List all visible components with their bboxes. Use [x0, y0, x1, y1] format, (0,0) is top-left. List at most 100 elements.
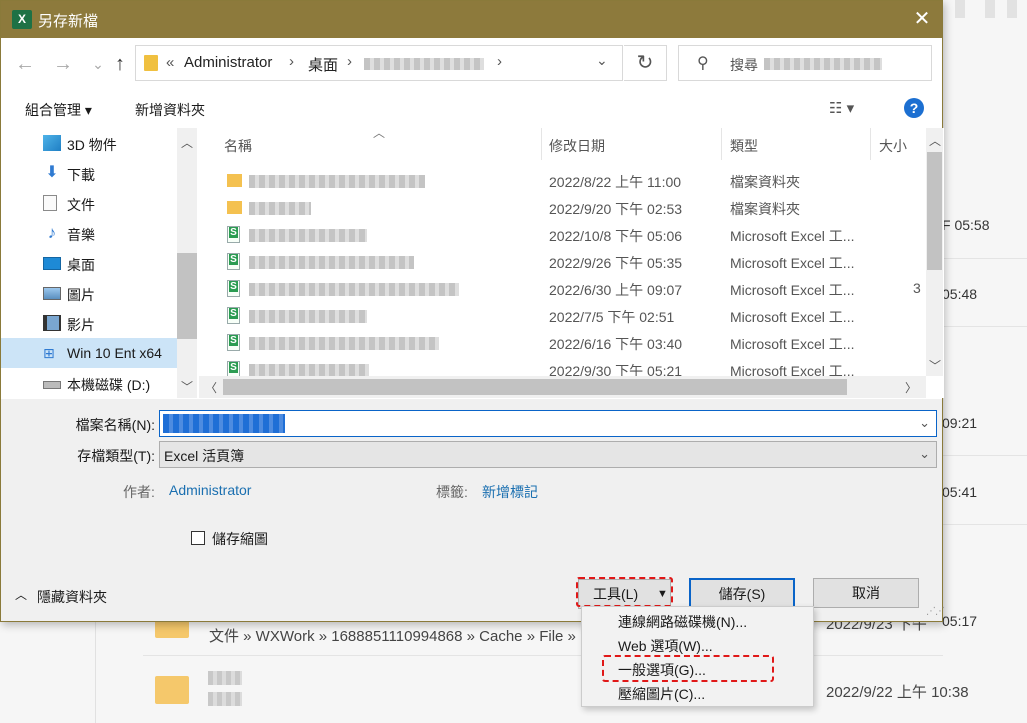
bg-divider — [942, 258, 1027, 259]
address-overflow-icon[interactable]: « — [166, 54, 174, 71]
menu-item-label: 連線網路磁碟機(N)... — [618, 614, 748, 630]
sidebar-item-label: 文件 — [67, 197, 95, 213]
file-name-redacted — [249, 175, 425, 188]
column-divider — [541, 128, 542, 160]
scrollbar-thumb[interactable] — [223, 379, 847, 395]
sidebar-item-music[interactable]: ♪ 音樂 — [1, 218, 177, 248]
author-field[interactable]: Administrator — [169, 482, 251, 498]
breadcrumb-separator-icon[interactable]: › — [289, 53, 294, 70]
sidebar-item-pictures[interactable]: 圖片 — [1, 278, 177, 308]
save-as-dialog: X 另存新檔 ✕ ← → ⌄ ↑ « Administrator › 桌面 › … — [0, 0, 944, 622]
sidebar-item-label: 桌面 — [67, 257, 95, 273]
file-row[interactable]: 2022/9/20 下午 02:53 檔案資料夾 — [221, 195, 921, 222]
column-header-modified[interactable]: 修改日期 — [549, 136, 605, 156]
menu-item-map-network-drive[interactable]: 連線網路磁碟機(N)... — [582, 609, 813, 632]
scroll-down-icon[interactable]: ﹀ — [929, 357, 941, 374]
sidebar-item-videos[interactable]: 影片 — [1, 308, 177, 338]
recent-locations-icon[interactable]: ⌄ — [86, 51, 110, 77]
column-header-size[interactable]: 大小 — [879, 136, 907, 156]
filename-input[interactable]: ⌄ — [159, 410, 937, 437]
search-input[interactable]: ⚲ 搜尋 — [678, 45, 932, 81]
scroll-up-icon[interactable]: ︿ — [929, 132, 941, 149]
bg-row-time: 05:41 — [942, 484, 978, 500]
menu-item-compress-pictures[interactable]: 壓縮圖片(C)... — [582, 681, 813, 704]
resize-grip-icon[interactable]: ⋰⋰ — [926, 606, 945, 617]
file-row[interactable]: 2022/9/26 下午 05:35 Microsoft Excel 工... — [221, 249, 921, 276]
file-row[interactable]: 2022/10/8 下午 05:06 Microsoft Excel 工... — [221, 222, 921, 249]
file-type: Microsoft Excel 工... — [730, 282, 855, 298]
refresh-button[interactable]: ↻ — [624, 45, 667, 81]
sidebar-item-documents[interactable]: 文件 — [1, 188, 177, 218]
file-row[interactable]: 2022/7/5 下午 02:51 Microsoft Excel 工... — [221, 303, 921, 330]
bg-path: 文件 » WXWork » 1688851110994868 » Cache »… — [209, 628, 576, 645]
breadcrumb-desktop[interactable]: 桌面 — [308, 54, 338, 75]
chevron-up-icon[interactable]: ︿ — [15, 586, 27, 603]
cancel-button[interactable]: 取消 — [813, 578, 919, 608]
filename-label: 檔案名稱(N): — [75, 417, 155, 433]
save-thumbnail-label[interactable]: 儲存縮圖 — [212, 529, 268, 549]
file-row[interactable]: 2022/8/22 上午 11:00 檔案資料夾 — [221, 168, 921, 195]
file-name-redacted — [249, 337, 439, 350]
scrollbar-thumb[interactable] — [177, 253, 197, 339]
folder-icon — [227, 174, 242, 187]
forward-arrow-icon[interactable]: → — [51, 51, 75, 77]
up-arrow-icon[interactable]: ↑ — [108, 51, 132, 77]
sidebar-item-label: 影片 — [67, 317, 95, 333]
music-icon: ♪ — [47, 223, 57, 242]
sidebar-item-3d-objects[interactable]: 3D 物件 — [1, 128, 177, 158]
breadcrumb-separator-icon[interactable]: › — [347, 53, 352, 70]
sidebar-item-win10-drive[interactable]: ⊞ Win 10 Ent x64 — [1, 338, 177, 368]
chevron-down-icon[interactable]: ⌄ — [596, 52, 608, 69]
file-date: 2022/6/30 上午 09:07 — [549, 282, 683, 298]
file-date: 2022/6/16 下午 03:40 — [549, 336, 683, 352]
excel-file-icon — [227, 253, 240, 270]
save-button[interactable]: 儲存(S) — [689, 578, 795, 608]
address-bar[interactable]: « Administrator › 桌面 › › ⌄ — [135, 45, 623, 81]
breadcrumb-redacted[interactable] — [364, 58, 484, 70]
breadcrumb-administrator[interactable]: Administrator — [184, 54, 272, 71]
cube-icon — [43, 135, 61, 151]
column-header-name[interactable]: 名稱 — [224, 136, 252, 156]
scroll-up-icon[interactable]: ︿ — [181, 134, 193, 151]
menu-item-label: 壓縮圖片(C)... — [618, 686, 706, 702]
column-header-type[interactable]: 類型 — [730, 136, 758, 156]
bg-row-time: F 05:58 — [942, 217, 990, 233]
excel-file-icon — [227, 307, 240, 324]
chevron-down-icon[interactable]: ⌄ — [919, 446, 930, 462]
file-row[interactable]: 2022/6/30 上午 09:07 Microsoft Excel 工... … — [221, 276, 921, 303]
file-list-vertical-scrollbar[interactable]: ︿ ﹀ — [926, 128, 943, 376]
organize-menu-button[interactable]: 組合管理 ▾ — [25, 100, 92, 120]
filetype-label: 存檔類型(T): — [77, 448, 155, 464]
file-type: Microsoft Excel 工... — [730, 336, 855, 352]
file-date: 2022/8/22 上午 11:00 — [549, 174, 682, 190]
scroll-left-icon[interactable]: 〈 — [205, 379, 217, 396]
filetype-select[interactable]: Excel 活頁簿 ⌄ — [159, 441, 937, 468]
menu-item-web-options[interactable]: Web 選項(W)... — [582, 633, 813, 656]
scrollbar-thumb[interactable] — [927, 152, 942, 270]
close-button[interactable]: ✕ — [906, 5, 938, 33]
tags-field[interactable]: 新增標記 — [482, 482, 538, 502]
sidebar-item-desktop[interactable]: 桌面 — [1, 248, 177, 278]
pictures-icon — [43, 287, 61, 300]
new-folder-button[interactable]: 新增資料夾 — [135, 100, 205, 120]
desktop-icon — [43, 257, 61, 270]
file-size: 3 — [913, 280, 921, 296]
folder-icon — [144, 55, 158, 71]
sidebar-item-local-disk-d[interactable]: 本機磁碟 (D:) — [1, 368, 177, 398]
video-icon — [43, 315, 61, 331]
file-row[interactable]: 2022/6/16 下午 03:40 Microsoft Excel 工... — [221, 330, 921, 357]
bg-row-time: 09:21 — [942, 415, 978, 431]
navigation-scrollbar[interactable]: ︿ ﹀ — [177, 128, 197, 398]
scroll-right-icon[interactable]: 〉 — [905, 379, 917, 396]
breadcrumb-separator-icon[interactable]: › — [497, 53, 502, 70]
chevron-down-icon[interactable]: ⌄ — [919, 415, 930, 431]
back-arrow-icon[interactable]: ← — [13, 51, 37, 77]
background-decoration — [985, 0, 995, 18]
scroll-down-icon[interactable]: ﹀ — [181, 378, 193, 395]
sidebar-item-downloads[interactable]: ⬇ 下載 — [1, 158, 177, 188]
hide-folders-button[interactable]: 隱藏資料夾 — [37, 587, 107, 607]
file-list-horizontal-scrollbar[interactable]: 〈 〉 — [199, 376, 926, 398]
save-thumbnail-checkbox[interactable] — [191, 531, 205, 545]
view-options-icon[interactable]: ☷ ▾ — [829, 99, 854, 117]
help-icon[interactable]: ? — [904, 98, 924, 118]
